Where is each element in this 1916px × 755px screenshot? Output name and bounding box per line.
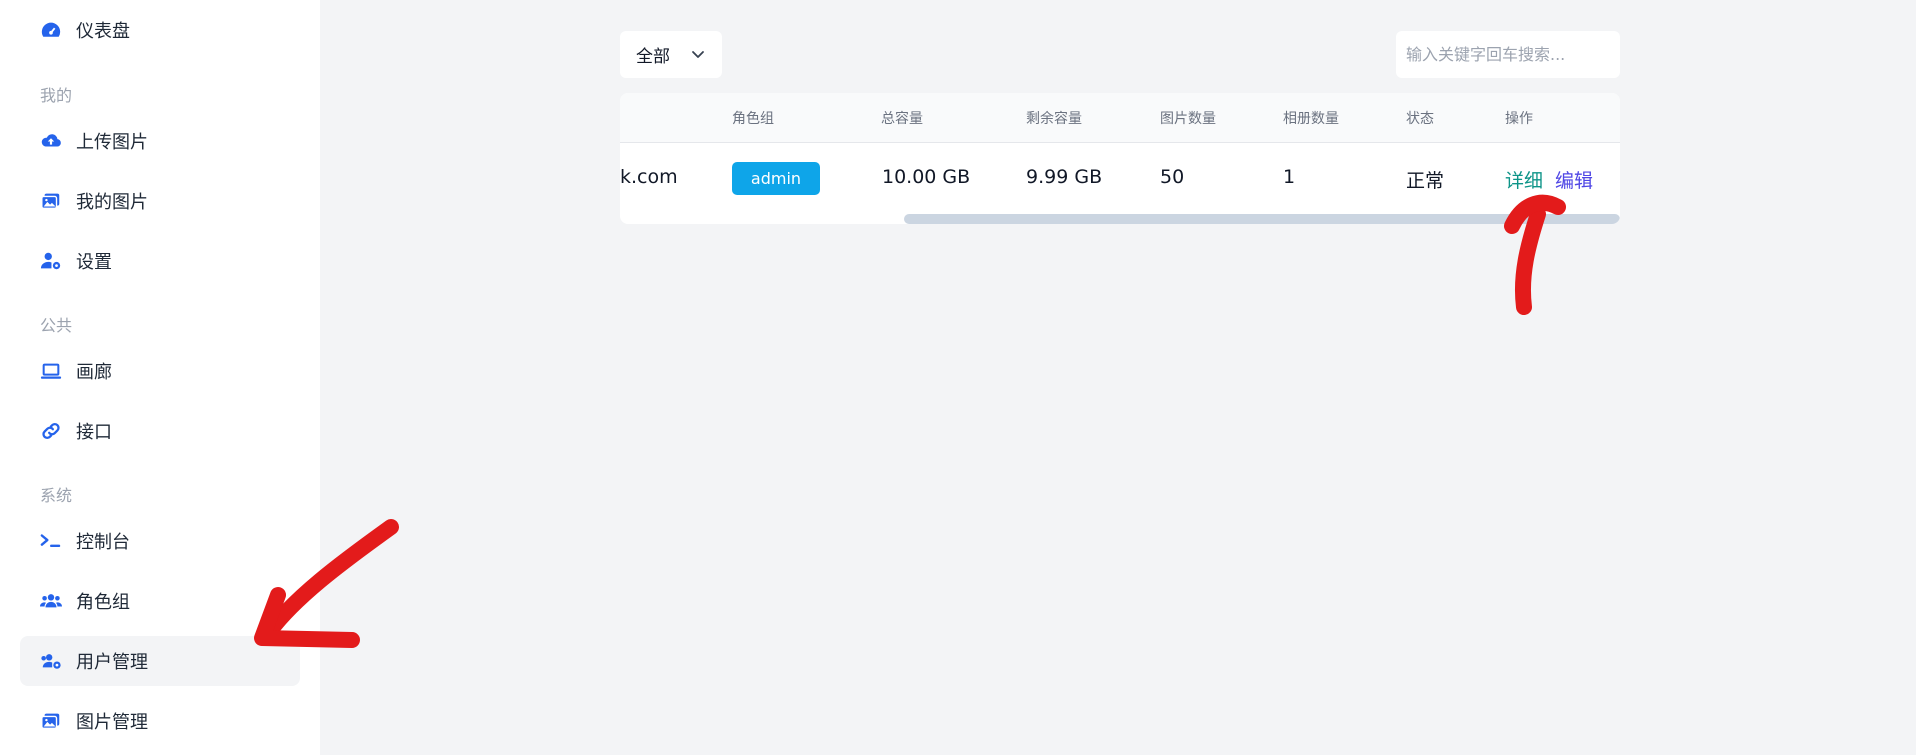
- horizontal-scrollbar[interactable]: [904, 214, 1620, 224]
- sidebar-item-label: 仪表盘: [76, 21, 130, 42]
- column-header-role: 角色组: [732, 111, 774, 127]
- laptop-icon: [40, 360, 62, 382]
- sidebar-item-label: 角色组: [76, 592, 130, 613]
- table-header: 角色组 总容量 剩余容量 图片数量 相册数量 状态 操作: [620, 93, 1620, 143]
- column-header-image-count: 图片数量: [1160, 111, 1216, 127]
- cell-image-count: 50: [1160, 166, 1185, 188]
- user-gear-icon: [40, 250, 62, 272]
- link-icon: [40, 420, 62, 442]
- users-gear-icon: [40, 650, 62, 672]
- gauge-icon: [40, 19, 62, 41]
- images-icon: [40, 190, 62, 212]
- column-header-album-count: 相册数量: [1283, 111, 1339, 127]
- users-table: 角色组 总容量 剩余容量 图片数量 相册数量 状态 操作 k.com admin…: [620, 93, 1620, 224]
- sidebar-item-my-images[interactable]: 我的图片: [20, 176, 300, 226]
- role-badge: admin: [732, 162, 820, 195]
- status-filter-select[interactable]: 全部: [620, 31, 722, 78]
- sidebar-item-settings[interactable]: 设置: [20, 236, 300, 286]
- sidebar-item-gallery[interactable]: 画廊: [20, 346, 300, 396]
- section-label-mine: 我的: [40, 86, 73, 105]
- terminal-icon: [40, 530, 62, 552]
- sidebar-item-label: 我的图片: [76, 192, 148, 213]
- sidebar-item-label: 设置: [76, 252, 112, 273]
- sidebar-item-user-management[interactable]: 用户管理: [20, 636, 300, 686]
- images-icon: [40, 710, 62, 732]
- sidebar-item-label: 图片管理: [76, 712, 148, 733]
- users-icon: [40, 590, 62, 612]
- cell-album-count: 1: [1283, 166, 1296, 188]
- column-header-remaining-capacity: 剩余容量: [1026, 111, 1082, 127]
- cloud-upload-icon: [40, 130, 62, 152]
- cell-remaining-capacity: 9.99 GB: [1026, 166, 1103, 188]
- column-header-actions: 操作: [1505, 111, 1533, 127]
- detail-link[interactable]: 详细: [1505, 166, 1543, 193]
- sidebar-item-upload[interactable]: 上传图片: [20, 116, 300, 166]
- sidebar-item-label: 接口: [76, 422, 112, 443]
- sidebar-item-image-management[interactable]: 图片管理: [20, 696, 300, 746]
- section-label-public: 公共: [40, 316, 73, 335]
- sidebar-item-api[interactable]: 接口: [20, 406, 300, 456]
- sidebar-item-dashboard[interactable]: 仪表盘: [20, 5, 300, 55]
- sidebar-item-label: 控制台: [76, 532, 130, 553]
- section-label-system: 系统: [40, 486, 73, 505]
- sidebar-item-label: 用户管理: [76, 652, 148, 673]
- filter-selected-value: 全部: [636, 47, 670, 67]
- sidebar-item-label: 画廊: [76, 362, 112, 383]
- column-header-status: 状态: [1406, 111, 1434, 127]
- search-input[interactable]: [1396, 31, 1620, 78]
- sidebar-item-label: 上传图片: [76, 132, 148, 153]
- cell-email: k.com: [620, 166, 678, 188]
- cell-total-capacity: 10.00 GB: [882, 166, 971, 188]
- chevron-down-icon: [692, 51, 704, 58]
- cell-status: 正常: [1406, 170, 1445, 192]
- sidebar-item-role-groups[interactable]: 角色组: [20, 576, 300, 626]
- sidebar-item-console[interactable]: 控制台: [20, 516, 300, 566]
- column-header-total-capacity: 总容量: [881, 111, 923, 127]
- edit-link[interactable]: 编辑: [1555, 166, 1593, 193]
- sidebar: 仪表盘 我的 上传图片 我的图片 设置 公共 画廊 接口 系统 控制台 角色组 …: [0, 0, 320, 755]
